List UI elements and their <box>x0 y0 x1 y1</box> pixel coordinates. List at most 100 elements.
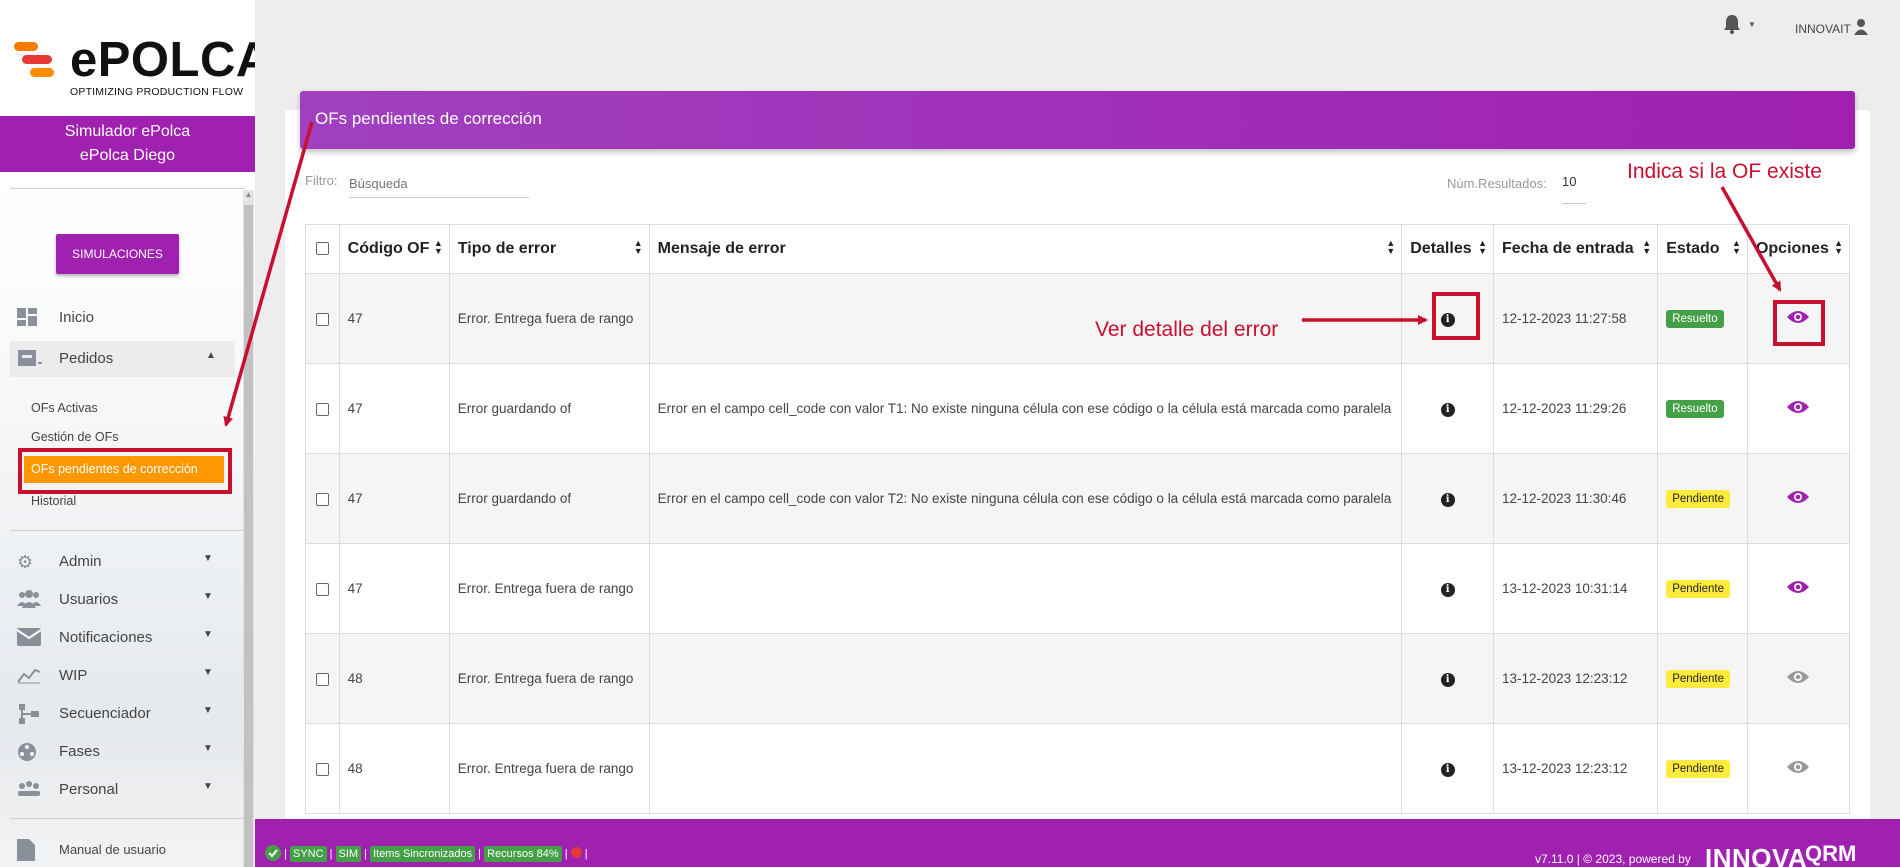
chevron-down-icon: ▼ <box>203 705 213 716</box>
table-row[interactable]: 47 Error guardando of Error en el campo ce… <box>305 363 1851 454</box>
gears-icon: ⚙ <box>17 552 34 572</box>
scroll-up-icon[interactable]: ▲ <box>243 190 254 199</box>
user-menu[interactable]: INNOVAIT <box>1795 19 1868 36</box>
subitem-ofs-activas[interactable]: OFs Activas <box>31 401 98 415</box>
table-row[interactable]: 48 Error. Entrega fuera de rango i 13-12-20… <box>305 723 1851 814</box>
envelope-icon <box>16 628 42 648</box>
cell-code: 47 <box>338 363 450 454</box>
sidebar-item-notificaciones[interactable]: Notificaciones ▼ <box>0 620 240 656</box>
annotation-detail: Ver detalle del error <box>1095 318 1279 341</box>
subitem-historial[interactable]: Historial <box>31 494 76 508</box>
sidebar-item-pedidos[interactable]: Pedidos ▲ <box>10 341 235 377</box>
simulator-info: Simulador ePolca ePolca Diego <box>0 116 255 172</box>
col-header-opciones[interactable]: Opciones ▲ ▼ <box>1746 224 1851 274</box>
subitem-gestion-ofs[interactable]: Gestión de OFs <box>31 430 119 444</box>
info-icon[interactable]: i <box>1440 583 1455 597</box>
cell-type: Error guardando of <box>448 453 650 544</box>
divider <box>10 818 245 819</box>
sidebar: ePOLCA OPTIMIZING PRODUCTION FLOW Simula… <box>0 0 255 867</box>
simulaciones-button[interactable]: SIMULACIONES <box>56 234 179 274</box>
bell-icon[interactable]: ▼ <box>1722 14 1756 39</box>
info-icon[interactable]: i <box>1440 493 1455 507</box>
cell-status: Pendiente <box>1657 723 1748 814</box>
sync-badge: SYNC <box>289 846 327 862</box>
status-badge: Resuelto <box>1666 399 1724 418</box>
row-checkbox[interactable] <box>315 312 329 326</box>
check-circle-icon <box>265 845 281 861</box>
row-checkbox[interactable] <box>315 492 329 506</box>
divider <box>10 530 245 531</box>
row-select-cell <box>305 453 340 544</box>
red-dot-icon <box>570 847 582 858</box>
col-header-fecha[interactable]: Fecha de entrada ▲ ▼ <box>1493 224 1659 274</box>
status-badge: Pendiente <box>1666 669 1731 688</box>
chevron-down-icon: ▼ <box>203 553 213 564</box>
eye-icon[interactable] <box>1786 489 1810 508</box>
col-header-detalles[interactable]: Detalles ▲ ▼ <box>1401 224 1495 274</box>
search-input[interactable] <box>349 170 529 198</box>
cell-details: i <box>1401 363 1495 454</box>
sidebar-item-personal[interactable]: Personal ▼ <box>0 772 240 808</box>
brand-tagline: OPTIMIZING PRODUCTION FLOW <box>70 86 244 98</box>
options-highlight-box <box>1773 300 1825 346</box>
col-header-codigo[interactable]: Código OF ▲ ▼ <box>338 224 450 274</box>
table-header-row: Código OF ▲ ▼ Tipo de error ▲ ▼ Mensaje de e… <box>305 224 1851 274</box>
sidebar-item-label: Inicio <box>59 309 95 326</box>
cell-options <box>1746 363 1851 454</box>
sidebar-item-secuenciador[interactable]: Secuenciador ▼ <box>0 696 240 732</box>
sidebar-item-manual[interactable]: Manual de usuario <box>0 831 240 867</box>
info-icon[interactable]: i <box>1440 403 1455 417</box>
table-row[interactable]: 47 Error. Entrega fuera de rango i 13-12-20… <box>305 543 1851 634</box>
highlight-box <box>18 448 232 494</box>
info-icon[interactable]: i <box>1440 673 1455 687</box>
sort-icon: ▲ ▼ <box>1732 238 1741 256</box>
row-checkbox[interactable] <box>315 762 329 776</box>
chevron-down-icon: ▼ <box>203 667 213 678</box>
row-select-cell <box>305 273 340 364</box>
sidebar-item-wip[interactable]: WIP ▼ <box>0 658 240 694</box>
table-row[interactable]: 48 Error. Entrega fuera de rango i 13-12-20… <box>305 633 1851 724</box>
chevron-down-icon: ▼ <box>203 629 213 640</box>
cell-status: Resuelto <box>1657 363 1748 454</box>
sidebar-item-usuarios[interactable]: Usuarios ▼ <box>0 582 240 618</box>
cell-message <box>648 723 1403 814</box>
info-icon[interactable]: i <box>1440 763 1455 777</box>
footer-status: | SYNC | SIM | Items Sincronizados | Rec… <box>265 845 588 862</box>
sidebar-item-admin[interactable]: ⚙ Admin ▼ <box>0 544 240 580</box>
sidebar-scrollbar-thumb[interactable] <box>244 205 253 867</box>
cell-options <box>1746 453 1851 544</box>
table-row[interactable]: 47 Error guardando of Error en el campo ce… <box>305 453 1851 544</box>
eye-icon[interactable] <box>1786 399 1810 418</box>
table-row[interactable]: 47 Error. Entrega fuera de rango i 12-12-20… <box>305 273 1851 364</box>
sidebar-item-label: Personal <box>59 781 119 798</box>
brand-name: ePOLCA <box>70 33 255 87</box>
simulator-name: ePolca Diego <box>79 147 176 164</box>
row-select-cell <box>305 363 340 454</box>
cell-details: i <box>1401 723 1495 814</box>
results-select[interactable]: 10 <box>1562 174 1586 204</box>
sort-icon: ▲ ▼ <box>633 238 643 256</box>
eye-icon[interactable] <box>1786 669 1810 688</box>
row-checkbox[interactable] <box>315 672 329 686</box>
row-checkbox[interactable] <box>315 582 329 596</box>
sidebar-item-inicio[interactable]: Inicio <box>0 300 240 336</box>
annotation-exists: Indica si la OF existe <box>1627 160 1822 183</box>
col-header-tipo[interactable]: Tipo de error ▲ ▼ <box>448 224 650 274</box>
col-header-estado[interactable]: Estado ▲ ▼ <box>1657 224 1748 274</box>
results-label: Núm.Resultados: <box>1447 176 1547 191</box>
chevron-down-icon: ▼ <box>203 591 213 602</box>
eye-icon[interactable] <box>1786 579 1810 598</box>
select-all-checkbox[interactable] <box>315 242 329 256</box>
sidebar-item-fases[interactable]: Fases ▼ <box>0 734 240 770</box>
row-checkbox[interactable] <box>315 402 329 416</box>
status-badge: Pendiente <box>1666 759 1731 778</box>
cell-date: 13-12-2023 10:31:14 <box>1493 543 1659 634</box>
innova-logo: INNOVA <box>1705 843 1808 867</box>
eye-icon[interactable] <box>1786 759 1810 778</box>
version-text: v7.11.0 | © 2023, powered by <box>1535 852 1691 866</box>
detail-highlight-box <box>1432 292 1480 340</box>
cell-status: Pendiente <box>1657 453 1748 544</box>
users-icon <box>17 590 41 610</box>
sidebar-item-label: Fases <box>59 743 100 760</box>
col-header-mensaje[interactable]: Mensaje de error ▲ ▼ <box>648 224 1403 274</box>
